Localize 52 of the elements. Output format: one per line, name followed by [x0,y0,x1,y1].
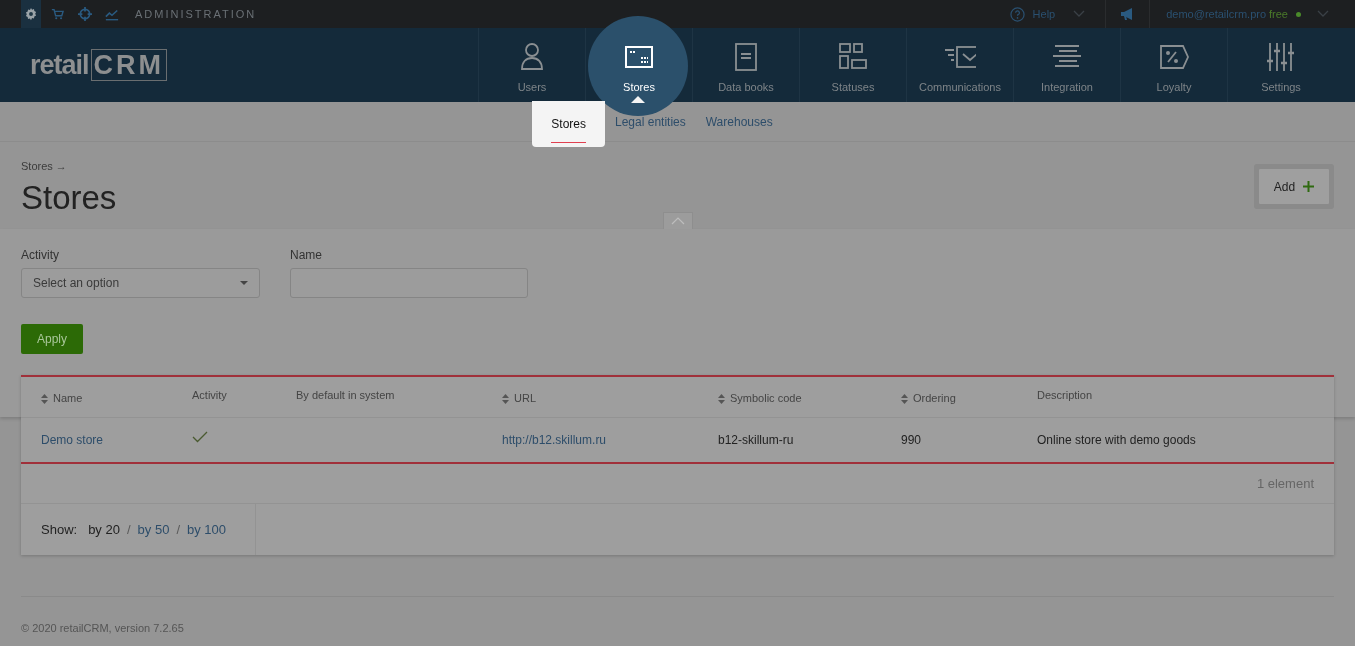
column-header[interactable]: Symbolic code [718,390,802,407]
logo: retail CRM [30,44,168,86]
page-title: Stores [21,177,118,218]
page-size-link[interactable]: by 50 [137,519,170,540]
table-cell-text: b12-skillum-ru [718,432,794,449]
nav-tab[interactable]: Loyalty [1120,28,1227,102]
chevron-down-icon [1317,10,1329,18]
page-size-link[interactable]: by 20 [88,519,120,540]
filter-label: Activity [21,247,60,264]
nav-tab[interactable]: Settings [1227,28,1334,102]
filter-label: Name [290,247,323,264]
column-header: Activity [192,388,227,404]
plus-icon [1303,181,1315,192]
show-label: Show: [41,520,78,539]
store-link[interactable]: Demo store [41,431,104,449]
breadcrumb[interactable]: Stores → [21,158,1254,175]
chevron-down-icon [1073,10,1086,18]
table-cell-text: Online store with demo goods [1037,432,1196,449]
nav-tab[interactable]: Integration [1013,28,1120,102]
apply-button[interactable]: Apply [21,324,84,354]
url-link[interactable]: http://b12.skillum.ru [502,431,607,449]
pointer-notch [631,96,645,103]
select-field[interactable]: Select an option [21,268,260,298]
gear-icon[interactable] [21,0,41,28]
page-size-link[interactable]: by 100 [187,519,227,540]
table-cell-text: 990 [901,432,922,449]
separator: / [126,520,131,539]
add-button[interactable]: Add [1258,168,1330,205]
subnav-tab[interactable]: Legal entities [605,112,696,131]
column-header: Description [1037,388,1093,404]
collapse-icon[interactable] [663,212,693,229]
sliders-icon [1265,41,1297,73]
element-count: 1 element [1256,474,1314,493]
column-header[interactable]: Name [41,390,83,407]
sort-icon [718,393,725,404]
question-icon [1009,6,1025,22]
sort-icon [901,393,908,404]
footer-text: © 2020 retailCRM, version 7.2.65 [21,622,184,634]
user-menu[interactable]: demo@retailcrm.pro free [1150,0,1355,28]
nav-tab[interactable]: Data books [692,28,799,102]
nav-tab[interactable]: Statuses [799,28,906,102]
nav-tab[interactable]: Communications [906,28,1013,102]
column-header: By default in system [296,388,395,404]
column-header[interactable]: URL [502,390,536,407]
column-header[interactable]: Ordering [901,390,956,407]
separator: / [176,520,180,539]
subnav-tab[interactable]: Stores [532,101,605,147]
sort-icon [41,393,48,404]
caret-icon [240,281,248,285]
section-label: ADMINISTRATION [135,6,257,22]
subnav-tab[interactable]: Warehouses [695,112,783,131]
sort-icon [502,393,509,404]
